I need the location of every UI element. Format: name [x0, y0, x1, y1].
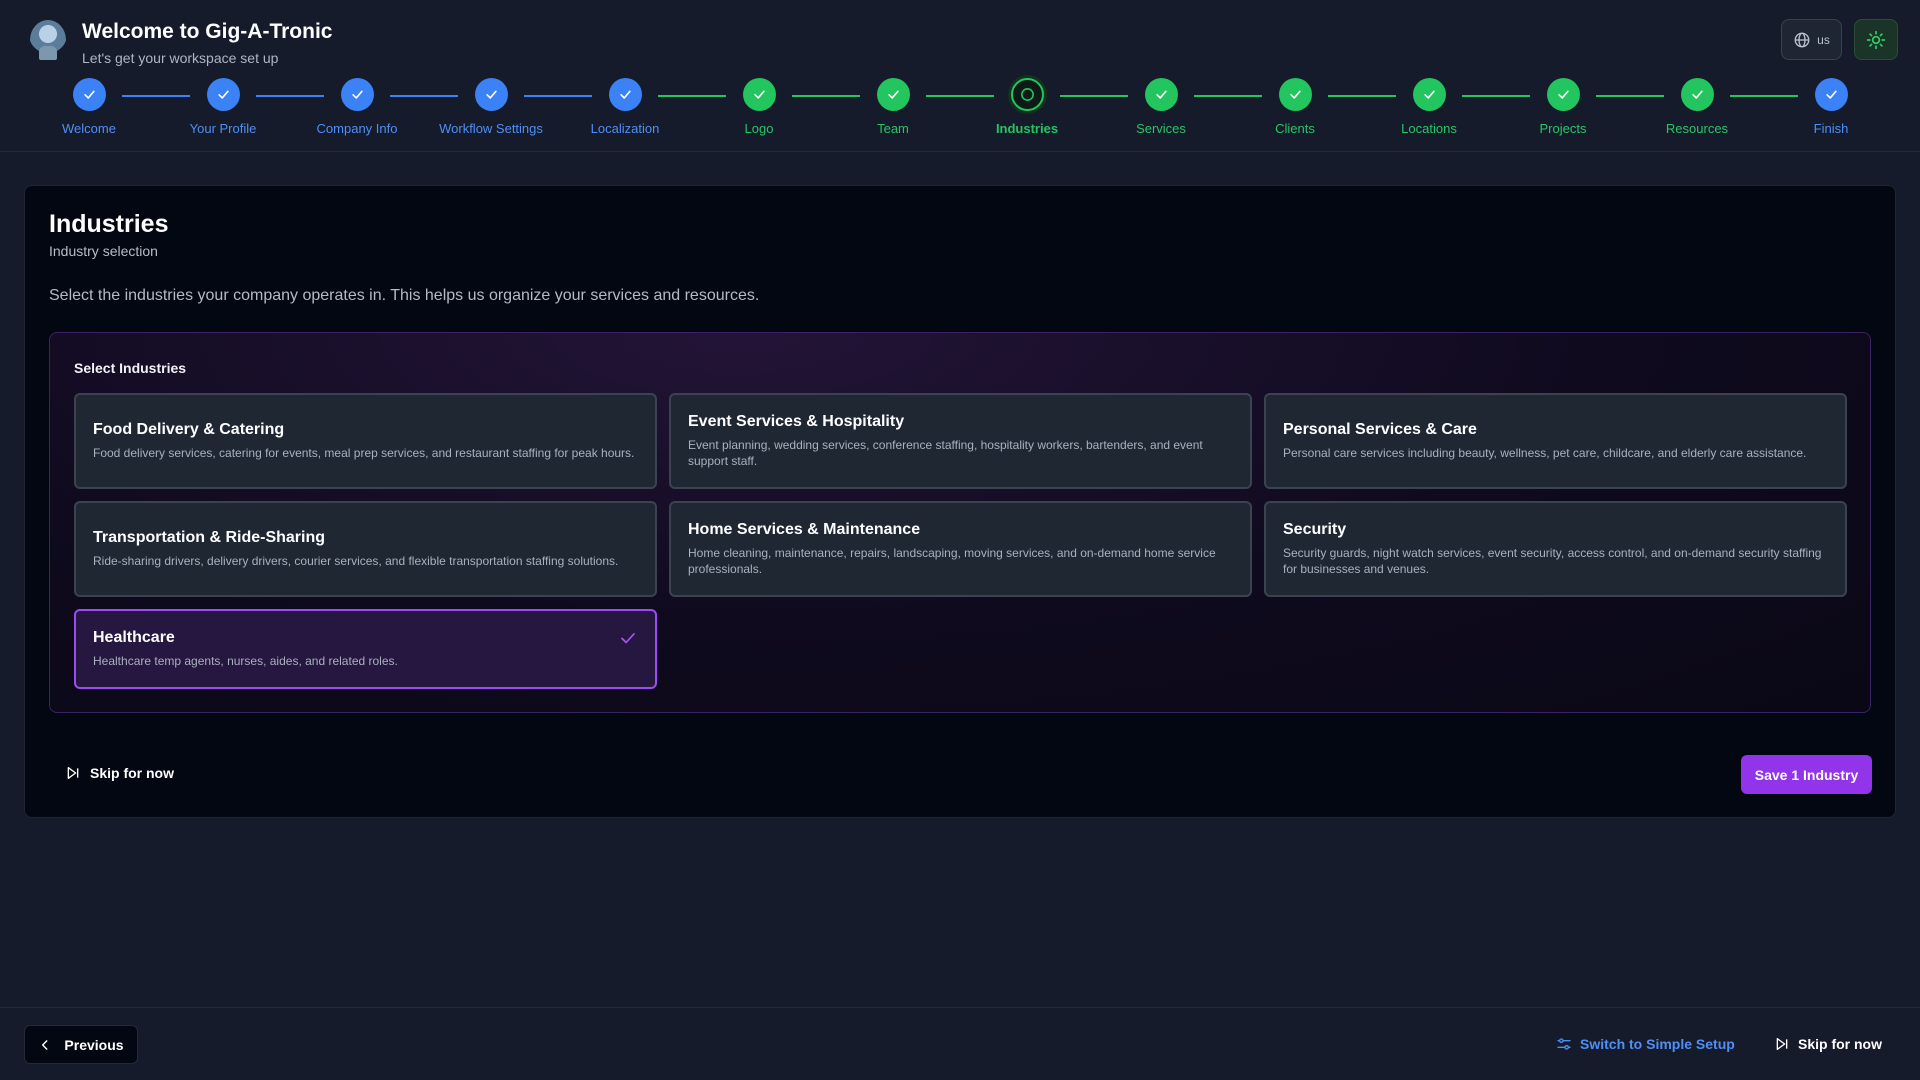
industry-description: Home cleaning, maintenance, repairs, lan… — [688, 546, 1216, 576]
industry-title: Food Delivery & Catering — [93, 421, 285, 438]
step-label: Workflow Settings — [439, 121, 543, 136]
industry-option-personal-services[interactable]: Personal Services & Care Personal care s… — [1264, 393, 1847, 489]
industry-option-security[interactable]: Security Security guards, night watch se… — [1264, 501, 1847, 597]
step-label: Industries — [995, 121, 1059, 136]
industry-description: Healthcare temp agents, nurses, aides, a… — [93, 654, 398, 668]
step-check-icon — [876, 78, 910, 111]
switch-label: Switch to Simple Setup — [1580, 1036, 1735, 1052]
industry-description: Event planning, wedding services, confer… — [688, 438, 1203, 468]
step-check-icon — [742, 78, 776, 111]
progress-stepper: Welcome Your Profile Company Info Workflow … — [0, 78, 1920, 138]
step-label: Locations — [1401, 121, 1457, 136]
step-label: Company Info — [316, 121, 398, 136]
step-label: Your Profile — [189, 121, 257, 136]
brand: Welcome to Gig-A-Tronic Let's get your w… — [30, 18, 332, 66]
step-check-icon — [608, 78, 642, 111]
industry-option-event-services[interactable]: Event Services & Hospitality Event plann… — [669, 393, 1252, 489]
language-button[interactable]: us — [1781, 19, 1842, 60]
language-code: us — [1817, 32, 1830, 47]
step-label: Clients — [1275, 121, 1315, 136]
step-company-info[interactable]: Company Info — [287, 78, 427, 136]
page-title: Welcome to Gig-A-Tronic — [82, 20, 333, 43]
section-description: Select the industries your company opera… — [49, 287, 760, 304]
industry-description: Personal care services including beauty,… — [1283, 446, 1807, 460]
industry-option-transportation[interactable]: Transportation & Ride-Sharing Ride-shari… — [74, 501, 657, 597]
industry-description: Security guards, night watch services, e… — [1283, 546, 1822, 576]
skip-label: Skip for now — [90, 765, 174, 781]
step-industries[interactable]: Industries — [957, 78, 1097, 136]
header: Welcome to Gig-A-Tronic Let's get your w… — [0, 0, 1920, 152]
industry-option-home-services[interactable]: Home Services & Maintenance Home cleanin… — [669, 501, 1252, 597]
check-icon — [621, 633, 635, 644]
section-subtitle: Industry selection — [49, 243, 158, 259]
panel-title: Select Industries — [74, 360, 187, 376]
step-logo[interactable]: Logo — [689, 78, 829, 136]
step-resources[interactable]: Resources — [1627, 78, 1767, 136]
step-check-icon — [474, 78, 508, 111]
step-check-icon — [1412, 78, 1446, 111]
industry-description: Food delivery services, catering for eve… — [93, 446, 635, 460]
robot-avatar — [30, 20, 66, 60]
step-projects[interactable]: Projects — [1493, 78, 1633, 136]
step-label: Team — [877, 121, 909, 136]
step-label: Services — [1136, 121, 1186, 136]
step-workflow-settings[interactable]: Workflow Settings — [421, 78, 561, 136]
industry-option-food-delivery[interactable]: Food Delivery & Catering Food delivery s… — [74, 393, 657, 489]
footer-bar: Previous Switch to Simple Setup Skip for… — [0, 1007, 1920, 1080]
sun-icon — [1866, 30, 1886, 49]
theme-toggle-button[interactable] — [1854, 19, 1898, 60]
footer-skip-label: Skip for now — [1798, 1036, 1882, 1052]
step-finish[interactable]: Finish — [1761, 78, 1901, 136]
step-current-icon — [1010, 78, 1044, 111]
step-localization[interactable]: Localization — [555, 78, 695, 136]
industry-option-healthcare[interactable]: Healthcare Healthcare temp agents, nurse… — [74, 609, 657, 689]
step-check-icon — [1144, 78, 1178, 111]
sliders-icon — [1557, 1038, 1571, 1050]
step-label: Logo — [744, 121, 774, 136]
industry-title: Home Services & Maintenance — [688, 521, 921, 538]
step-locations[interactable]: Locations — [1359, 78, 1499, 136]
step-label: Finish — [1813, 121, 1849, 136]
step-check-icon — [1814, 78, 1848, 111]
industry-title: Personal Services & Care — [1283, 421, 1477, 438]
chevron-left-icon — [42, 1039, 48, 1050]
globe-icon — [1794, 32, 1810, 47]
step-label: Welcome — [62, 121, 116, 136]
save-industry-button[interactable]: Save 1 Industry — [1741, 755, 1872, 794]
step-label: Localization — [590, 121, 660, 136]
step-check-icon — [206, 78, 240, 111]
step-check-icon — [1680, 78, 1714, 111]
step-check-icon — [1546, 78, 1580, 111]
skip-forward-icon — [1776, 1038, 1788, 1050]
industries-card: Industries Industry selection Select the… — [24, 185, 1896, 818]
step-check-icon — [340, 78, 374, 111]
skip-forward-icon — [67, 767, 79, 779]
step-welcome[interactable]: Welcome — [19, 78, 159, 136]
step-check-icon — [72, 78, 106, 111]
step-check-icon — [1278, 78, 1312, 111]
industry-description: Ride-sharing drivers, delivery drivers, … — [93, 554, 619, 568]
industry-title: Transportation & Ride-Sharing — [93, 529, 326, 546]
step-team[interactable]: Team — [823, 78, 963, 136]
industry-title: Event Services & Hospitality — [688, 413, 905, 430]
step-clients[interactable]: Clients — [1225, 78, 1365, 136]
switch-to-simple-setup-button[interactable]: Switch to Simple Setup — [1556, 1036, 1735, 1052]
section-title: Industries — [49, 210, 169, 238]
step-services[interactable]: Services — [1091, 78, 1231, 136]
step-your-profile[interactable]: Your Profile — [153, 78, 293, 136]
step-label: Resources — [1665, 121, 1729, 136]
footer-skip-button[interactable]: Skip for now — [1774, 1036, 1882, 1052]
top-actions: us — [1781, 19, 1898, 60]
skip-for-now-button[interactable]: Skip for now — [65, 765, 174, 781]
industry-selection-panel: Select Industries Food Delivery & Cateri… — [49, 332, 1871, 713]
step-label: Projects — [1539, 121, 1587, 136]
page-subtitle: Let's get your workspace set up — [82, 50, 279, 66]
previous-label: Previous — [64, 1036, 124, 1053]
industry-title: Security — [1283, 521, 1347, 538]
industry-title: Healthcare — [93, 629, 175, 646]
previous-button[interactable]: Previous — [24, 1025, 138, 1064]
